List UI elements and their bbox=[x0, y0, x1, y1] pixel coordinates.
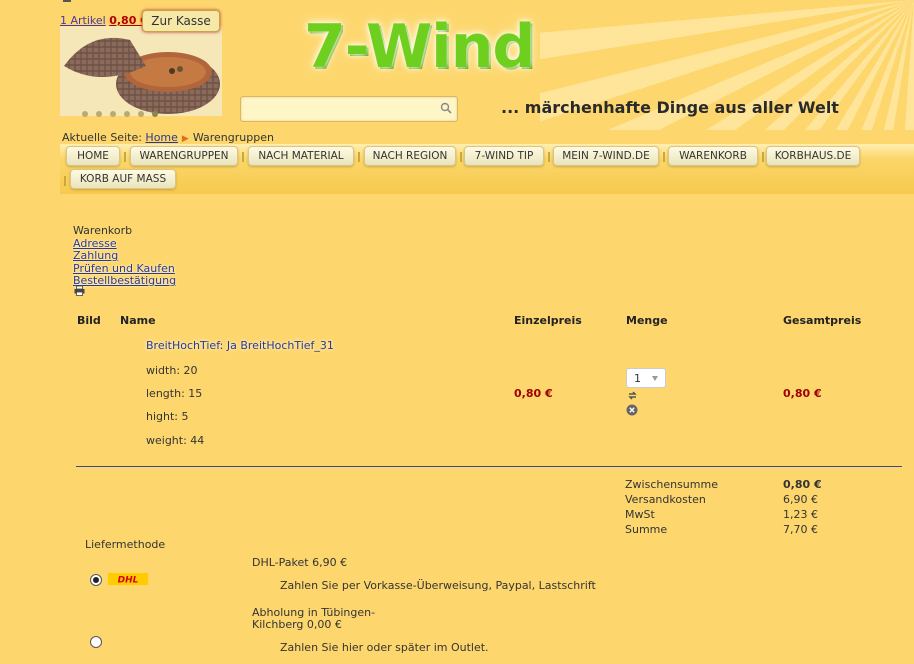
col-header-total: Gesamtpreis bbox=[783, 314, 862, 327]
subtotal-label: Zwischensumme bbox=[625, 478, 718, 491]
shipping-option-title-line2: Kilchberg 0,00 € bbox=[252, 618, 342, 631]
search-box bbox=[240, 96, 458, 122]
slider-dot[interactable] bbox=[152, 111, 158, 117]
nav-separator bbox=[124, 152, 126, 162]
step-confirmation[interactable]: Bestellbestätigung bbox=[73, 274, 176, 288]
tax-label: MwSt bbox=[625, 508, 655, 521]
nav-mein-7-wind[interactable]: MEIN 7-WIND.DE bbox=[553, 146, 659, 166]
col-header-image: Bild bbox=[77, 314, 101, 327]
quantity-value: 1 bbox=[634, 371, 641, 385]
shipping-radio-dhl[interactable] bbox=[90, 574, 102, 586]
search-icon[interactable] bbox=[440, 102, 452, 114]
col-header-quantity: Menge bbox=[626, 314, 668, 327]
nav-nach-material[interactable]: NACH MATERIAL bbox=[248, 146, 354, 166]
subtotal-value: 0,80 € bbox=[783, 478, 822, 491]
nav-separator bbox=[242, 152, 244, 162]
slider-dot[interactable] bbox=[138, 111, 144, 117]
nav-nach-region[interactable]: NACH REGION bbox=[364, 146, 456, 166]
refresh-icon[interactable] bbox=[627, 390, 638, 401]
slider-dot[interactable] bbox=[124, 111, 130, 117]
breadcrumb-current: Warengruppen bbox=[192, 131, 274, 144]
shipping-radio-pickup[interactable] bbox=[90, 636, 102, 648]
divider bbox=[76, 466, 902, 467]
checkout-steps: Warenkorb Adresse Zahlung Prüfen und Kau… bbox=[73, 224, 176, 288]
slider-dot[interactable] bbox=[82, 111, 88, 117]
nav-separator bbox=[663, 152, 665, 162]
main-nav: HOME WARENGRUPPEN NACH MATERIAL NACH REG… bbox=[60, 144, 914, 194]
dhl-logo-text: DHL bbox=[118, 576, 139, 586]
dhl-logo-icon: DHL bbox=[108, 573, 148, 585]
breadcrumb-home[interactable]: Home bbox=[145, 131, 177, 144]
breadcrumb-arrow-icon: ▶ bbox=[181, 134, 189, 144]
nav-korb-auf-mass[interactable]: KORB AUF MASS bbox=[70, 169, 176, 189]
shipping-option-title: DHL-Paket 6,90 € bbox=[252, 556, 348, 569]
nav-separator bbox=[64, 176, 66, 186]
search-input[interactable] bbox=[245, 100, 435, 118]
basket-image bbox=[60, 26, 222, 116]
nav-warengruppen[interactable]: WARENGRUPPEN bbox=[130, 146, 238, 166]
step-current: Warenkorb bbox=[73, 224, 133, 237]
nav-separator bbox=[460, 152, 462, 162]
slider-dot[interactable] bbox=[96, 111, 102, 117]
breadcrumb-prefix: Aktuelle Seite: bbox=[62, 131, 142, 144]
print-icon[interactable] bbox=[74, 286, 85, 296]
print-icon[interactable] bbox=[62, 0, 72, 4]
nav-7-wind-tip[interactable]: 7-WIND TIP bbox=[464, 146, 544, 166]
unit-price: 0,80 € bbox=[514, 387, 553, 400]
col-header-unit-price: Einzelpreis bbox=[514, 314, 582, 327]
shipping-label: Versandkosten bbox=[625, 493, 706, 506]
nav-warenkorb[interactable]: WARENKORB bbox=[668, 146, 758, 166]
shipping-option-note: Zahlen Sie hier oder später im Outlet. bbox=[280, 641, 489, 654]
nav-home[interactable]: HOME bbox=[66, 146, 120, 166]
chevron-down-icon bbox=[652, 376, 658, 381]
nav-korbhaus[interactable]: KORBHAUS.DE bbox=[766, 146, 860, 166]
total-value: 7,70 € bbox=[783, 523, 818, 536]
product-link[interactable]: BreitHochTief: Ja BreitHochTief_31 bbox=[146, 339, 334, 352]
product-attribute: weight: 44 bbox=[146, 434, 205, 447]
shipping-heading: Liefermethode bbox=[85, 538, 166, 551]
step-payment[interactable]: Zahlung bbox=[73, 249, 176, 263]
site-logo[interactable]: 7-Wind bbox=[304, 12, 535, 82]
product-attribute: width: 20 bbox=[146, 364, 198, 377]
nav-separator bbox=[358, 152, 360, 162]
nav-separator bbox=[762, 152, 764, 162]
product-attribute: length: 15 bbox=[146, 387, 203, 400]
tagline: ... märchenhafte Dinge aus aller Welt bbox=[501, 98, 839, 117]
total-label: Summe bbox=[625, 523, 668, 536]
product-attribute: hight: 5 bbox=[146, 410, 189, 423]
shipping-value: 6,90 € bbox=[783, 493, 818, 506]
checkout-button[interactable]: Zur Kasse bbox=[142, 10, 220, 32]
col-header-name: Name bbox=[120, 314, 156, 327]
breadcrumb: Aktuelle Seite: Home ▶ Warengruppen bbox=[62, 131, 274, 144]
quantity-select[interactable]: 1 bbox=[626, 368, 666, 388]
nav-separator bbox=[548, 152, 550, 162]
tax-value: 1,23 € bbox=[783, 508, 818, 521]
shipping-option-note: Zahlen Sie per Vorkasse-Überweisung, Pay… bbox=[280, 579, 596, 592]
remove-icon[interactable] bbox=[626, 404, 638, 416]
slider-dot[interactable] bbox=[110, 111, 116, 117]
slider-dots bbox=[82, 111, 158, 117]
row-total: 0,80 € bbox=[783, 387, 822, 400]
